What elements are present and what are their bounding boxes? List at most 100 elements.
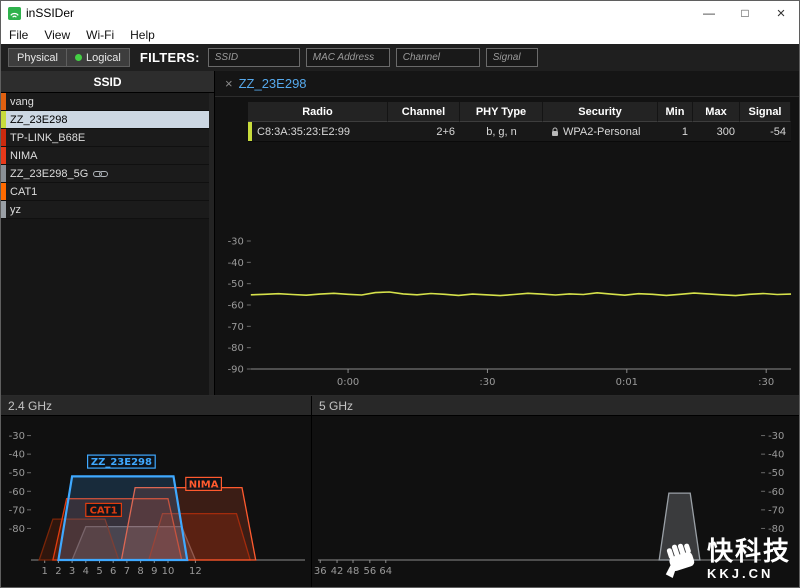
column-header-signal[interactable]: Signal — [740, 102, 791, 122]
sidebar-scrollbar[interactable] — [209, 93, 214, 395]
svg-text:0:01: 0:01 — [616, 377, 638, 388]
network-color-stripe — [1, 201, 6, 218]
mac-address-filter-input[interactable] — [306, 48, 390, 67]
filters-label: FILTERS: — [140, 50, 200, 65]
ssid-sidebar: SSID vang ZZ_23E298 TP-LINK_B68E NIMA ZZ_23E… — [1, 71, 215, 395]
menu-help[interactable]: Help — [122, 25, 163, 44]
svg-text:-90: -90 — [228, 364, 244, 375]
ssid-column-header[interactable]: SSID — [1, 71, 214, 93]
ssid-label: NIMA — [10, 150, 38, 162]
ssid-label: ZZ_23E298_5G — [10, 168, 88, 180]
security-label: WPA2-Personal — [563, 122, 640, 142]
watermark-text: 快科技 KKJ.CN — [707, 538, 791, 580]
network-color-stripe — [1, 93, 6, 110]
svg-text:10: 10 — [162, 566, 175, 577]
ssid-list-item[interactable]: TP-LINK_B68E — [1, 129, 214, 147]
app-icon — [8, 7, 21, 20]
svg-text:0:00: 0:00 — [337, 377, 359, 388]
ssid-label: vang — [10, 96, 34, 108]
fist-logo-icon — [659, 534, 703, 583]
ssid-list-item[interactable]: vang — [1, 93, 214, 111]
network-color-stripe — [1, 165, 6, 182]
phy-type-cell: b, g, n — [460, 122, 543, 142]
band-24ghz-header: 2.4 GHz — [1, 396, 311, 416]
channel-filter-input[interactable] — [396, 48, 480, 67]
radio-mac-cell[interactable]: C8:3A:35:23:E2:99 — [248, 122, 388, 142]
ssid-list-item[interactable]: CAT1 — [1, 183, 214, 201]
svg-text:-70: -70 — [768, 505, 784, 516]
title-bar: inSSIDer — □ × — [1, 1, 799, 25]
maximize-button[interactable]: □ — [727, 1, 763, 25]
menu-file[interactable]: File — [1, 25, 36, 44]
ssid-list-item[interactable]: ZZ_23E298_5G — [1, 165, 214, 183]
ssid-list-item[interactable]: yz — [1, 201, 214, 219]
lock-icon — [551, 127, 559, 137]
menu-wifi[interactable]: Wi-Fi — [78, 25, 122, 44]
svg-text:3: 3 — [69, 566, 75, 577]
network-color-stripe — [1, 147, 6, 164]
svg-text:-30: -30 — [768, 431, 784, 442]
svg-text:-70: -70 — [228, 322, 244, 333]
ssid-label: ZZ_23E298 — [10, 114, 67, 126]
svg-text:-50: -50 — [768, 468, 784, 479]
link-icon — [93, 170, 108, 178]
svg-text:-30: -30 — [9, 431, 25, 442]
svg-text:48: 48 — [347, 566, 360, 577]
svg-text:7: 7 — [124, 566, 130, 577]
column-header-phy-type[interactable]: PHY Type — [460, 102, 543, 122]
svg-text:42: 42 — [331, 566, 344, 577]
ssid-label: CAT1 — [10, 186, 37, 198]
network-color-stripe — [1, 183, 6, 200]
svg-text:ZZ_23E298: ZZ_23E298 — [91, 457, 152, 468]
svg-text::30: :30 — [479, 377, 495, 388]
svg-text:-40: -40 — [228, 258, 244, 269]
column-header-channel[interactable]: Channel — [388, 102, 460, 122]
svg-text:-80: -80 — [9, 524, 25, 535]
network-detail-panel: × ZZ_23E298 RadioChannelPHY TypeSecurity… — [215, 71, 799, 395]
svg-text:1: 1 — [42, 566, 48, 577]
svg-text:-70: -70 — [9, 505, 25, 516]
radio-mac: C8:3A:35:23:E2:99 — [257, 122, 350, 142]
watermark-domain: KKJ.CN — [707, 567, 773, 580]
column-header-security[interactable]: Security — [543, 102, 658, 122]
column-header-max[interactable]: Max — [693, 102, 740, 122]
svg-text:-40: -40 — [768, 450, 784, 461]
logical-enabled-dot — [75, 54, 82, 61]
svg-text:2: 2 — [55, 566, 61, 577]
svg-text:6: 6 — [110, 566, 116, 577]
svg-text:-80: -80 — [228, 343, 244, 354]
inssider-window: inSSIDer — □ × File View Wi-Fi Help Phys… — [0, 0, 800, 588]
window-title: inSSIDer — [26, 6, 74, 20]
window-controls: — □ × — [691, 1, 799, 25]
menu-bar: File View Wi-Fi Help — [1, 25, 799, 44]
signal-filter-input[interactable] — [486, 48, 538, 67]
minimize-button[interactable]: — — [691, 1, 727, 25]
logical-label: Logical — [86, 52, 121, 64]
column-header-min[interactable]: Min — [658, 102, 693, 122]
band-24ghz-panel: 2.4 GHz -30-40-50-60-70-801234567891012Z… — [1, 396, 312, 587]
ssid-label: TP-LINK_B68E — [10, 132, 85, 144]
radio-table: RadioChannelPHY TypeSecurityMinMaxSignal… — [248, 102, 791, 142]
physical-label: Physical — [17, 52, 58, 64]
security-cell: WPA2-Personal — [543, 122, 658, 142]
tab-zz-23e298[interactable]: × ZZ_23E298 — [215, 71, 317, 96]
menu-view[interactable]: View — [36, 25, 78, 44]
ssid-filter-input[interactable] — [208, 48, 300, 67]
logical-toggle-button[interactable]: Logical — [67, 48, 130, 67]
ssid-list-item[interactable]: NIMA — [1, 147, 214, 165]
svg-text:-30: -30 — [228, 236, 244, 247]
ssid-list-item[interactable]: ZZ_23E298 — [1, 111, 214, 129]
channel-cell: 2+6 — [388, 122, 460, 142]
svg-text:9: 9 — [151, 566, 157, 577]
svg-text:56: 56 — [363, 566, 376, 577]
close-button[interactable]: × — [763, 1, 799, 25]
column-header-radio[interactable]: Radio — [248, 102, 388, 122]
svg-text:CAT1: CAT1 — [90, 505, 118, 516]
physical-toggle-button[interactable]: Physical — [8, 48, 67, 67]
tab-close-icon[interactable]: × — [225, 76, 233, 91]
ssid-label: yz — [10, 204, 21, 216]
svg-text:-60: -60 — [768, 487, 784, 498]
svg-text:-60: -60 — [228, 300, 244, 311]
radio-color-stripe — [248, 122, 252, 141]
view-mode-toggle: Physical Logical — [8, 48, 130, 67]
